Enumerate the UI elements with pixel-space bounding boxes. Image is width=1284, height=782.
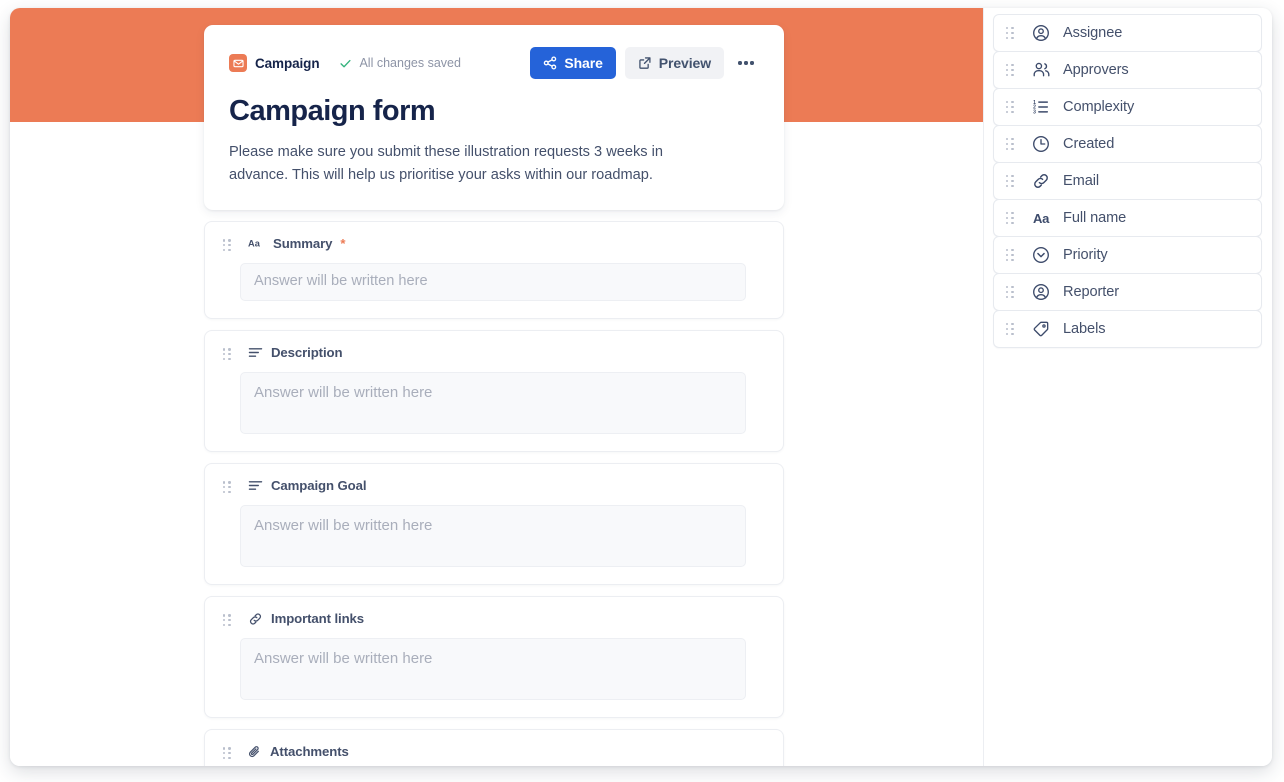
- answer-input-summary[interactable]: Answer will be written here: [240, 263, 746, 302]
- field-library-item-label: Email: [1063, 173, 1099, 189]
- tag-icon: [1031, 319, 1051, 339]
- answer-input-campaign-goal[interactable]: Answer will be written here: [240, 505, 746, 568]
- drag-handle-icon[interactable]: [223, 239, 231, 252]
- paperclip-icon: [248, 745, 262, 759]
- drag-handle-icon[interactable]: [223, 481, 231, 494]
- field-library-item-labels[interactable]: Labels: [993, 310, 1262, 348]
- users-icon: [1031, 60, 1051, 80]
- field-label: Campaign Goal: [271, 478, 367, 494]
- field-library-item-approvers[interactable]: Approvers: [993, 51, 1262, 89]
- save-status-text: All changes saved: [359, 56, 461, 70]
- drag-handle-icon[interactable]: [1006, 64, 1014, 76]
- external-link-icon: [638, 56, 652, 70]
- share-button[interactable]: Share: [530, 47, 616, 79]
- form-canvas: Campaign All changes saved Share Preview…: [10, 8, 983, 766]
- drag-handle-icon[interactable]: [1006, 212, 1014, 224]
- field-library-item-full-name[interactable]: Aa Full name: [993, 199, 1262, 237]
- user-circle-icon: [1031, 282, 1051, 302]
- app-window: Campaign All changes saved Share Preview…: [10, 8, 1272, 766]
- ellipsis-dot: [738, 61, 742, 65]
- drag-handle-icon[interactable]: [223, 614, 231, 627]
- paragraph-icon: [248, 479, 263, 492]
- preview-button[interactable]: Preview: [624, 47, 724, 79]
- field-library-item-label: Full name: [1063, 210, 1127, 226]
- ellipsis-dot: [744, 61, 748, 65]
- clock-icon: [1031, 134, 1051, 154]
- form-field-summary[interactable]: Aa Summary * Answer will be written here: [204, 221, 784, 320]
- save-status: All changes saved: [339, 56, 461, 70]
- answer-input-important-links[interactable]: Answer will be written here: [240, 638, 746, 701]
- header-actions: Share Preview: [530, 47, 759, 79]
- answer-input-description[interactable]: Answer will be written here: [240, 372, 746, 435]
- form-field-description[interactable]: Description Answer will be written here: [204, 330, 784, 453]
- field-library-item-label: Assignee: [1063, 25, 1123, 41]
- text-aa-icon: Aa: [248, 237, 265, 250]
- field-label: Important links: [271, 611, 365, 627]
- field-library-item-label: Approvers: [1063, 62, 1129, 78]
- project-chip[interactable]: Campaign: [229, 54, 320, 72]
- svg-text:Aa: Aa: [248, 239, 261, 249]
- chevron-circle-down-icon: [1031, 245, 1051, 265]
- form-field-important-links[interactable]: Important links Answer will be written h…: [204, 596, 784, 719]
- form-title: Campaign form: [229, 95, 436, 127]
- preview-button-label: Preview: [658, 55, 711, 71]
- svg-text:3: 3: [1033, 110, 1036, 116]
- field-label: Description: [271, 345, 343, 361]
- drag-handle-icon[interactable]: [223, 348, 231, 361]
- link-icon: [1031, 171, 1051, 191]
- form-field-attachments[interactable]: Attachments Attachments will be uploaded…: [204, 729, 784, 766]
- drag-handle-icon[interactable]: [1006, 323, 1014, 335]
- field-library-panel: Assignee Approvers 1 2 3 Complexity Crea…: [983, 8, 1272, 766]
- form-header-card: Campaign All changes saved Share Preview…: [204, 25, 784, 211]
- text-aa-icon: Aa: [1032, 210, 1050, 226]
- field-library-item-complexity[interactable]: 1 2 3 Complexity: [993, 88, 1262, 126]
- field-library-item-label: Complexity: [1063, 99, 1135, 115]
- field-label: Attachments: [270, 744, 349, 760]
- form-toolbar: Campaign All changes saved Share Preview: [229, 47, 759, 79]
- drag-handle-icon[interactable]: [1006, 286, 1014, 298]
- required-marker: *: [340, 236, 346, 252]
- drag-handle-icon[interactable]: [1006, 101, 1014, 113]
- drag-handle-icon[interactable]: [1006, 138, 1014, 150]
- field-library-item-label: Reporter: [1063, 284, 1119, 300]
- user-circle-icon: [1031, 23, 1051, 43]
- field-library-item-label: Created: [1063, 136, 1115, 152]
- share-icon: [543, 56, 557, 70]
- drag-handle-icon[interactable]: [1006, 175, 1014, 187]
- field-library-item-reporter[interactable]: Reporter: [993, 273, 1262, 311]
- form-column: Campaign All changes saved Share Preview…: [204, 25, 784, 766]
- field-library-item-priority[interactable]: Priority: [993, 236, 1262, 274]
- check-icon: [339, 57, 352, 70]
- drag-handle-icon[interactable]: [223, 747, 231, 760]
- share-button-label: Share: [564, 55, 603, 71]
- field-library-item-email[interactable]: Email: [993, 162, 1262, 200]
- link-icon: [248, 612, 263, 626]
- numbered-list-icon: 1 2 3: [1031, 97, 1051, 117]
- ellipsis-dot: [750, 61, 754, 65]
- paragraph-icon: [248, 346, 263, 359]
- field-label: Summary: [273, 236, 333, 252]
- form-description: Please make sure you submit these illust…: [229, 144, 663, 183]
- field-library-item-created[interactable]: Created: [993, 125, 1262, 163]
- project-label: Campaign: [255, 55, 320, 71]
- more-options-button[interactable]: [733, 49, 759, 77]
- envelope-icon: [229, 54, 247, 72]
- form-field-campaign-goal[interactable]: Campaign Goal Answer will be written her…: [204, 463, 784, 586]
- drag-handle-icon[interactable]: [1006, 27, 1014, 39]
- field-library-item-label: Labels: [1063, 321, 1106, 337]
- field-library-item-label: Priority: [1063, 247, 1108, 263]
- drag-handle-icon[interactable]: [1006, 249, 1014, 261]
- field-library-item-assignee[interactable]: Assignee: [993, 14, 1262, 52]
